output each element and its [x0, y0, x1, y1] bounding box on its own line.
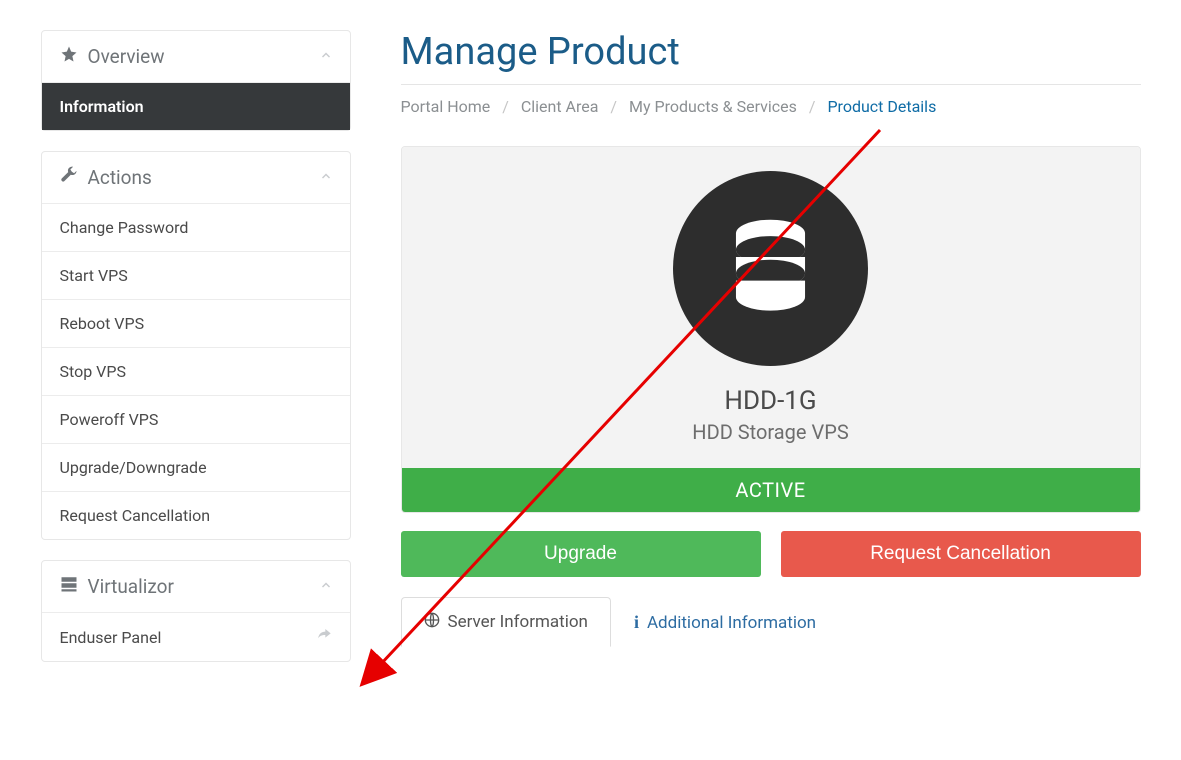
sidebar-item-label: Change Password: [60, 218, 189, 237]
product-top: HDD-1G HDD Storage VPS: [402, 147, 1140, 468]
sidebar-item-poweroff-vps[interactable]: Poweroff VPS: [42, 395, 350, 443]
sidebar-item-request-cancellation[interactable]: Request Cancellation: [42, 491, 350, 539]
tab-label: Additional Information: [647, 613, 816, 633]
sidebar-item-reboot-vps[interactable]: Reboot VPS: [42, 299, 350, 347]
star-icon: [60, 45, 78, 68]
status-badge: ACTIVE: [402, 468, 1140, 512]
breadcrumb-sep: /: [502, 97, 509, 116]
chevron-up-icon: [320, 170, 332, 186]
sidebar-item-label: Information: [60, 97, 144, 116]
globe-icon: [424, 612, 440, 632]
page-title: Manage Product: [401, 30, 1141, 74]
breadcrumb-home[interactable]: Portal Home: [401, 97, 491, 116]
divider: [401, 84, 1141, 85]
actions-title: Actions: [88, 166, 152, 189]
sidebar-item-label: Poweroff VPS: [60, 410, 159, 429]
product-icon-circle: [673, 171, 868, 366]
sidebar-item-enduser-panel[interactable]: Enduser Panel: [42, 612, 350, 661]
wrench-icon: [60, 166, 78, 189]
sidebar-item-upgrade-downgrade[interactable]: Upgrade/Downgrade: [42, 443, 350, 491]
product-name: HDD-1G: [402, 386, 1140, 416]
breadcrumb-client[interactable]: Client Area: [521, 97, 599, 116]
overview-title: Overview: [88, 45, 165, 68]
upgrade-button[interactable]: Upgrade: [401, 531, 761, 577]
info-icon: i: [634, 612, 639, 633]
breadcrumb-products[interactable]: My Products & Services: [629, 97, 797, 116]
breadcrumb-sep: /: [610, 97, 617, 116]
sidebar-item-stop-vps[interactable]: Stop VPS: [42, 347, 350, 395]
virtualizor-panel: Virtualizor Enduser Panel: [41, 560, 351, 662]
overview-header[interactable]: Overview: [42, 31, 350, 82]
virtualizor-title: Virtualizor: [88, 575, 174, 598]
database-icon: [723, 217, 818, 321]
sidebar-item-label: Reboot VPS: [60, 314, 145, 333]
tab-server-information[interactable]: Server Information: [401, 597, 611, 647]
tab-label: Server Information: [448, 612, 588, 632]
tab-additional-information[interactable]: i Additional Information: [611, 597, 839, 647]
sidebar-item-label: Enduser Panel: [60, 628, 162, 647]
chevron-up-icon: [320, 579, 332, 595]
share-icon: [316, 627, 332, 647]
sidebar-item-label: Upgrade/Downgrade: [60, 458, 207, 477]
breadcrumb-sep: /: [809, 97, 816, 116]
request-cancellation-button[interactable]: Request Cancellation: [781, 531, 1141, 577]
sidebar-item-information[interactable]: Information: [42, 82, 350, 130]
tabs: Server Information i Additional Informat…: [401, 597, 1141, 647]
breadcrumb: Portal Home / Client Area / My Products …: [401, 97, 1141, 116]
sidebar-item-label: Stop VPS: [60, 362, 126, 381]
actions-panel: Actions Change Password Start VPS Reboot…: [41, 151, 351, 540]
sidebar-item-label: Start VPS: [60, 266, 128, 285]
sidebar-item-label: Request Cancellation: [60, 506, 211, 525]
sidebar-item-change-password[interactable]: Change Password: [42, 203, 350, 251]
product-subtitle: HDD Storage VPS: [402, 420, 1140, 444]
breadcrumb-current[interactable]: Product Details: [827, 97, 936, 116]
server-icon: [60, 575, 78, 598]
sidebar-item-start-vps[interactable]: Start VPS: [42, 251, 350, 299]
virtualizor-header[interactable]: Virtualizor: [42, 561, 350, 612]
actions-header[interactable]: Actions: [42, 152, 350, 203]
chevron-up-icon: [320, 49, 332, 65]
product-card: HDD-1G HDD Storage VPS ACTIVE: [401, 146, 1141, 513]
overview-panel: Overview Information: [41, 30, 351, 131]
